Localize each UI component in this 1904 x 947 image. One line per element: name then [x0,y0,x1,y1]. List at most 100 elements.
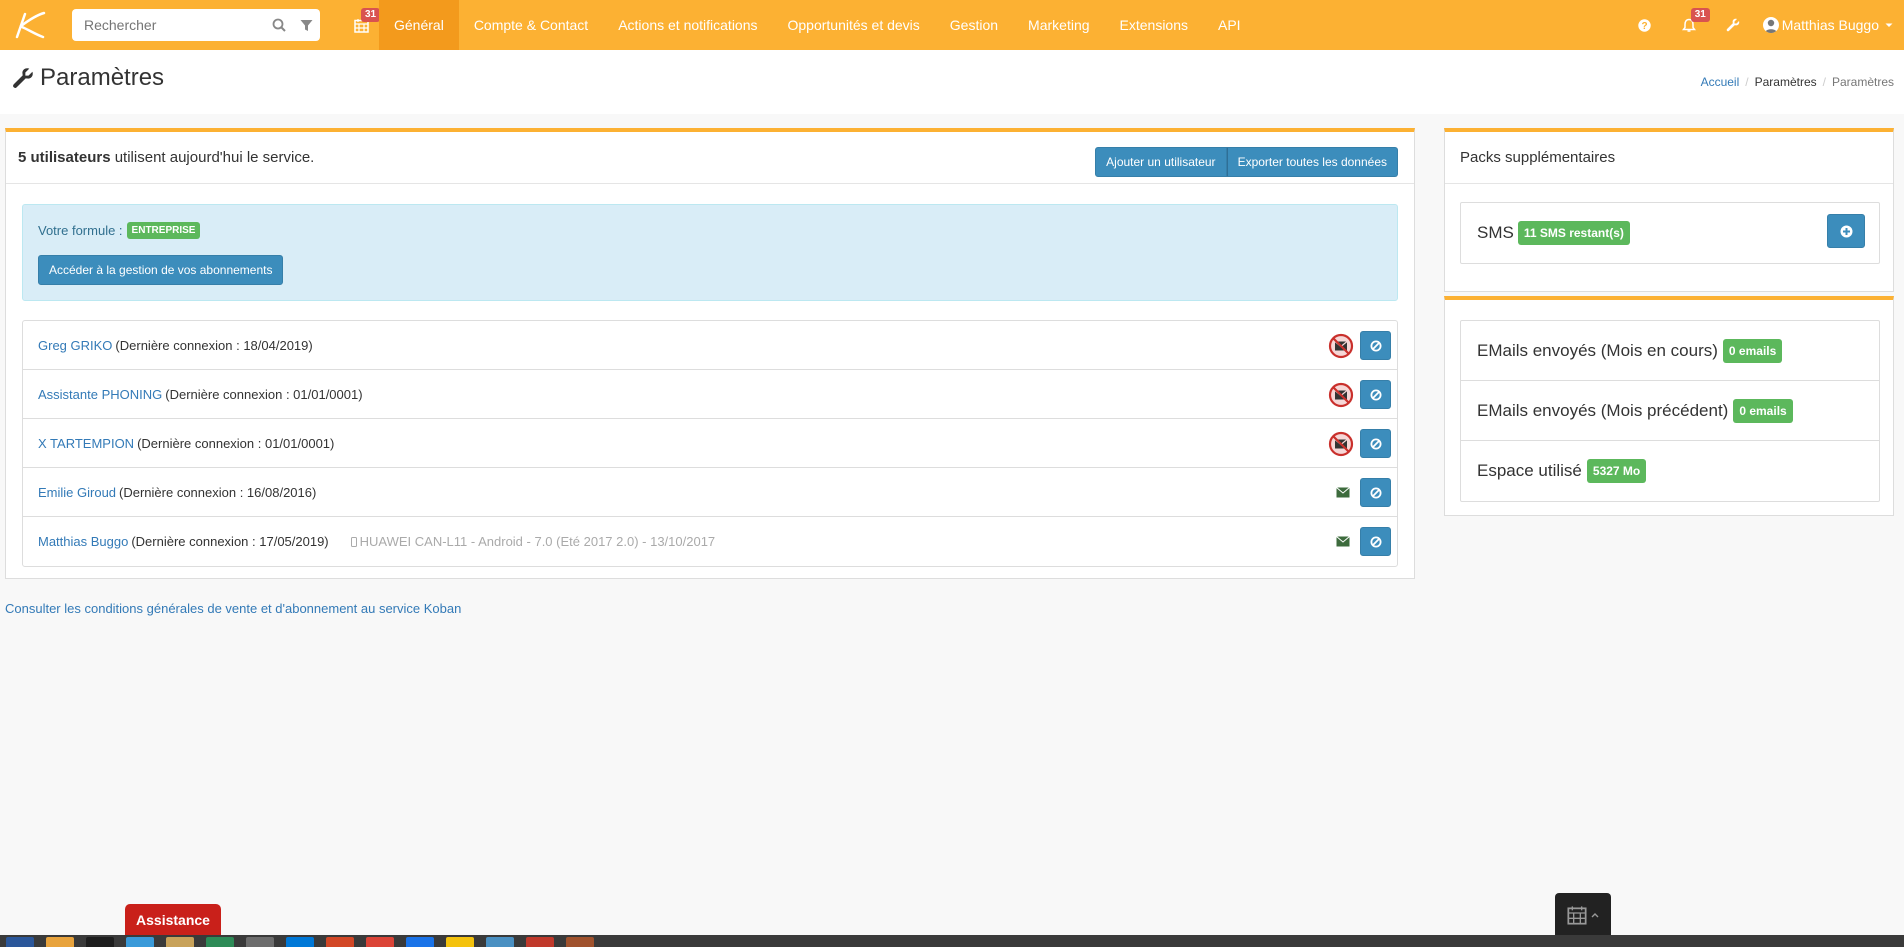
stats-panel: EMails envoyés (Mois en cours) 0 emails … [1444,296,1894,516]
menu-opportunites-devis[interactable]: Opportunités et devis [773,0,935,50]
taskbar-app-icon[interactable] [126,937,154,947]
menu-api[interactable]: API [1203,0,1256,50]
menu-general[interactable]: Général [379,0,459,50]
menu-marketing[interactable]: Marketing [1013,0,1104,50]
add-user-button[interactable]: Ajouter un utilisateur [1095,147,1227,177]
ban-icon [1370,536,1381,547]
user-link[interactable]: X TARTEMPION [38,436,134,451]
taskbar-app-icon[interactable] [166,937,194,947]
disable-user-button[interactable] [1360,380,1391,409]
cgv-link[interactable]: Consulter les conditions générales de ve… [5,601,461,616]
taskbar-app-icon[interactable] [326,937,354,947]
user-menu[interactable]: Matthias Buggo [1755,0,1904,50]
disable-user-button[interactable] [1360,478,1391,507]
stats-list: EMails envoyés (Mois en cours) 0 emails … [1460,320,1880,502]
question-icon: ? [1638,18,1651,32]
help-button[interactable]: ? [1623,0,1667,50]
disable-user-button[interactable] [1360,527,1391,556]
svg-text:?: ? [1642,21,1648,32]
last-login: (Dernière connexion : 17/05/2019) [131,534,329,549]
row-actions [1328,331,1391,360]
envelope-icon[interactable] [1336,487,1350,498]
breadcrumb-home[interactable]: Accueil [1701,75,1740,89]
wrench-icon [1726,18,1739,32]
sms-badge: 11 SMS restant(s) [1517,221,1630,245]
taskbar-app-icon[interactable] [246,937,274,947]
disable-user-button[interactable] [1360,331,1391,360]
search-input[interactable] [72,10,265,40]
mail-blocked-icon[interactable] [1328,431,1354,457]
koban-logo[interactable] [0,0,58,50]
list-item: X TARTEMPION (Dernière connexion : 01/01… [23,419,1397,468]
calendar-button[interactable]: 31 [344,0,381,50]
taskbar-app-icon[interactable] [406,937,434,947]
calendar-icon [1567,906,1587,925]
stat-badge: 0 emails [1733,398,1793,423]
mobile-icon [350,536,357,547]
stat-label: Espace utilisé [1477,461,1582,480]
list-item: Assistante PHONING (Dernière connexion :… [23,370,1397,419]
mail-blocked-icon[interactable] [1328,333,1354,359]
list-item: EMails envoyés (Mois précédent) 0 emails [1461,381,1879,441]
user-link[interactable]: Matthias Buggo [38,534,128,549]
taskbar-app-icon[interactable] [566,937,594,947]
taskbar-app-icon[interactable] [286,937,314,947]
mail-blocked-icon[interactable] [1328,382,1354,408]
search-box [72,9,320,41]
stat-label: EMails envoyés (Mois en cours) [1477,340,1718,360]
manage-subscriptions-button[interactable]: Accéder à la gestion de vos abonnements [38,255,284,285]
users-count: 5 utilisateurs [18,149,111,166]
assistance-button[interactable]: Assistance [125,904,221,936]
formula-box: Votre formule : ENTREPRISE Accéder à la … [22,204,1398,301]
os-taskbar [0,935,1904,947]
formula-badge: ENTREPRISE [126,222,201,239]
page-title: Paramètres [12,64,164,92]
taskbar-app-icon[interactable] [86,937,114,947]
list-item: Espace utilisé 5327 Mo [1461,441,1879,501]
taskbar-app-icon[interactable] [446,937,474,947]
taskbar-app-icon[interactable] [206,937,234,947]
menu-gestion[interactable]: Gestion [935,0,1013,50]
taskbar-app-icon[interactable] [366,937,394,947]
packs-panel: Packs supplémentaires SMS 11 SMS restant… [1444,128,1894,292]
envelope-icon[interactable] [1336,536,1350,547]
list-item: Matthias Buggo (Dernière connexion : 17/… [23,517,1397,566]
row-actions [1336,527,1391,556]
chevron-up-icon [1591,913,1599,918]
taskbar-app-icon[interactable] [526,937,554,947]
taskbar-app-icon[interactable] [486,937,514,947]
stat-badge: 5327 Mo [1586,459,1647,483]
user-link[interactable]: Emilie Giroud [38,485,116,500]
export-data-button[interactable]: Exporter toutes les données [1226,147,1398,177]
breadcrumb-item: Paramètres [1754,75,1817,89]
packs-title: Packs supplémentaires [1445,132,1893,184]
menu-compte-contact[interactable]: Compte & Contact [459,0,603,50]
caret-down-icon [1885,23,1893,27]
taskbar-app-icon[interactable] [46,937,74,947]
plus-circle-icon [1840,225,1852,237]
user-link[interactable]: Greg GRIKO [38,338,112,353]
menu-actions-notifications[interactable]: Actions et notifications [603,0,772,50]
user-link[interactable]: Assistante PHONING [38,387,162,402]
list-item: Greg GRIKO (Dernière connexion : 18/04/2… [23,321,1397,370]
list-item: Emilie Giroud (Dernière connexion : 16/0… [23,468,1397,517]
stat-label: EMails envoyés (Mois précédent) [1477,400,1729,420]
disable-user-button[interactable] [1360,429,1391,458]
last-login: (Dernière connexion : 01/01/0001) [165,386,363,402]
menu-extensions[interactable]: Extensions [1105,0,1203,50]
search-icon[interactable] [265,9,293,41]
calendar-badge: 31 [361,8,381,22]
breadcrumb-separator: / [1745,75,1749,89]
device-info: HUAWEI CAN-L11 - Android - 7.0 (Eté 2017… [350,534,716,549]
users-list: Greg GRIKO (Dernière connexion : 18/04/2… [22,320,1398,567]
notifications-button[interactable]: 31 [1667,0,1711,50]
taskbar-app-icon[interactable] [6,937,34,947]
ban-icon [1370,438,1381,449]
filter-icon[interactable] [293,9,321,41]
calendar-widget[interactable] [1555,893,1611,937]
formula-label: Votre formule : [38,223,123,238]
add-sms-button[interactable] [1827,214,1865,248]
device-text: HUAWEI CAN-L11 - Android - 7.0 (Eté 2017… [359,534,716,549]
formula-line: Votre formule : ENTREPRISE [38,222,201,239]
settings-button[interactable] [1711,0,1755,50]
